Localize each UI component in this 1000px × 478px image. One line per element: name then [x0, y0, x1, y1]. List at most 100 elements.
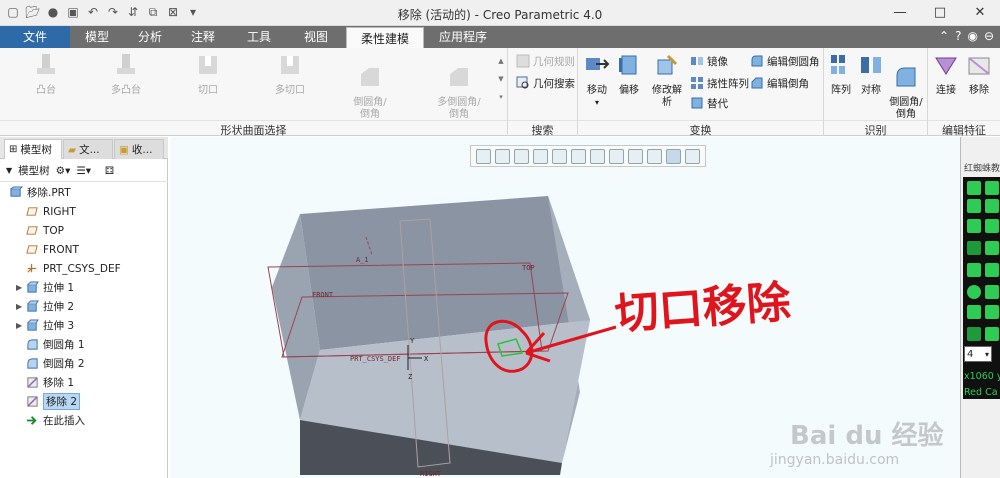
- cut-button[interactable]: 切口: [178, 52, 238, 97]
- tree-settings-icon[interactable]: ⚙▾: [56, 165, 71, 177]
- open-tool-icon[interactable]: [967, 199, 981, 213]
- edit-round-button[interactable]: 编辑倒圆角: [750, 52, 820, 70]
- expand-icon[interactable]: ▶: [16, 283, 22, 292]
- undo-tool-icon[interactable]: [967, 305, 981, 319]
- highlight-tool-icon[interactable]: [967, 327, 981, 341]
- expand-icon[interactable]: ▶: [16, 321, 22, 330]
- move-dropdown-icon[interactable]: ▾: [580, 97, 614, 109]
- pen-width-select[interactable]: 4 ▾: [964, 346, 992, 362]
- display-style-icon[interactable]: [590, 148, 605, 164]
- multi-boss-icon: [117, 54, 135, 74]
- tree-item[interactable]: PRT_CSYS_DEF: [0, 259, 168, 278]
- navigator-tabs: ⊞ 模型树 ▰ 文... ▣ 收...: [0, 137, 168, 159]
- geometry-search-button[interactable]: 几何搜索: [516, 74, 575, 92]
- settings-icon[interactable]: ⊖: [984, 29, 994, 43]
- saved-orientations-icon[interactable]: [571, 148, 586, 164]
- boss-button[interactable]: 凸台: [16, 52, 76, 97]
- remove-button[interactable]: 移除: [962, 52, 996, 97]
- spin-center-icon[interactable]: [685, 148, 700, 164]
- tree-item[interactable]: 倒圆角 2: [0, 354, 168, 373]
- baidu-watermark-url: jingyan.baidu.com: [770, 452, 900, 468]
- tree-item[interactable]: 倒圆角 1: [0, 335, 168, 354]
- tree-item[interactable]: 移除 1: [0, 373, 168, 392]
- refit-icon[interactable]: [476, 148, 491, 164]
- tab-analysis[interactable]: 分析: [124, 26, 176, 48]
- favorites-icon: ▣: [119, 143, 129, 156]
- up-icon[interactable]: ⌃: [939, 29, 949, 43]
- pen-tool-icon[interactable]: [985, 219, 999, 233]
- view-toolbar: [470, 145, 706, 167]
- tab-flexible-modeling[interactable]: 柔性建模: [346, 27, 424, 48]
- tree-item[interactable]: TOP: [0, 221, 168, 240]
- connect-button[interactable]: 连接: [930, 52, 962, 97]
- line-tool-icon[interactable]: [985, 241, 999, 255]
- extrude-icon: [27, 319, 39, 331]
- tree-item[interactable]: 移除.PRT: [0, 183, 168, 202]
- creo-window: ▢ 📂︎ ● ▣ ↶ ↷ ⇵ ⧉ ⊠ ▾ 移除 (活动的) - Creo Par…: [0, 0, 1000, 478]
- geometry-rules-button[interactable]: 几何规则: [516, 52, 575, 70]
- flexible-pattern-button[interactable]: 挠性阵列: [690, 74, 749, 92]
- tree-item[interactable]: ▶ 拉伸 3: [0, 316, 168, 335]
- edit-chamfer-icon: [751, 77, 763, 89]
- pattern-button[interactable]: 阵列: [826, 52, 856, 97]
- tab-view[interactable]: 视图: [288, 26, 344, 48]
- text-tool-icon[interactable]: [985, 285, 999, 299]
- edit-chamfer-button[interactable]: 编辑倒角: [750, 74, 809, 92]
- tab-folder-browser[interactable]: ▰ 文...: [63, 139, 113, 159]
- clear-tool-icon[interactable]: [985, 199, 999, 213]
- help-icon[interactable]: ?: [955, 29, 961, 43]
- tree-item[interactable]: 移除 2: [0, 392, 168, 411]
- filled-ellipse-tool-icon[interactable]: [967, 285, 981, 299]
- tab-model[interactable]: 模型: [70, 26, 124, 48]
- show-icon[interactable]: ☰▾: [76, 165, 91, 177]
- close-button[interactable]: ✕: [960, 0, 1000, 24]
- tab-file[interactable]: 文件: [0, 26, 70, 48]
- minimize-button[interactable]: —: [880, 0, 920, 24]
- gallery-scroll[interactable]: ▲ ▼ ▾: [497, 52, 505, 108]
- zoom-out-icon[interactable]: [514, 148, 529, 164]
- move-button[interactable]: 移动 ▾: [580, 52, 614, 109]
- tab-annotate[interactable]: 注释: [176, 26, 230, 48]
- tree-item[interactable]: ▶ 拉伸 2: [0, 297, 168, 316]
- multi-cut-button[interactable]: 多切口: [260, 52, 320, 97]
- collapse-icon[interactable]: ▼: [6, 166, 12, 175]
- rect-tool-icon[interactable]: [967, 263, 981, 277]
- multi-boss-button[interactable]: 多凸台: [96, 52, 156, 97]
- substitute-button[interactable]: 替代: [690, 94, 728, 112]
- offset-button[interactable]: 偏移: [612, 52, 646, 97]
- datum-plane-icon: [26, 226, 38, 235]
- eraser-tool-icon[interactable]: [967, 219, 981, 233]
- datum-display-icon[interactable]: [647, 148, 662, 164]
- tree-item[interactable]: 在此插入: [0, 411, 168, 430]
- save-tool-icon[interactable]: [985, 181, 999, 195]
- annotation-display-icon[interactable]: [666, 148, 681, 164]
- mirror-button[interactable]: 镜像: [690, 52, 728, 70]
- maximize-button[interactable]: □: [920, 0, 960, 24]
- community-icon[interactable]: ◉: [967, 29, 977, 43]
- grid-tool-icon[interactable]: [985, 305, 999, 319]
- tab-favorites[interactable]: ▣ 收...: [114, 139, 164, 159]
- tab-model-tree[interactable]: ⊞ 模型树: [4, 139, 62, 159]
- model-tree-label: 模型树: [18, 165, 50, 177]
- tree-item[interactable]: RIGHT: [0, 202, 168, 221]
- ellipse-tool-icon[interactable]: [985, 263, 999, 277]
- window-title: 移除 (活动的) - Creo Parametric 4.0: [397, 8, 603, 22]
- drawing-toolbox: [963, 177, 1000, 399]
- modify-analytic-button[interactable]: 修改解析: [648, 52, 686, 109]
- tab-tools[interactable]: 工具: [230, 26, 288, 48]
- tree-item[interactable]: FRONT: [0, 240, 168, 259]
- arrow-tool-icon[interactable]: [985, 327, 999, 341]
- pointer-tool-icon[interactable]: [967, 181, 981, 195]
- zoom-in-icon[interactable]: [495, 148, 510, 164]
- expand-icon[interactable]: ▶: [16, 302, 22, 311]
- perspective-icon[interactable]: [628, 148, 643, 164]
- tab-applications[interactable]: 应用程序: [426, 26, 500, 48]
- orient-icon[interactable]: [552, 148, 567, 164]
- repaint-icon[interactable]: [533, 148, 548, 164]
- view-manager-icon[interactable]: [609, 148, 624, 164]
- tree-item[interactable]: ▶ 拉伸 1: [0, 278, 168, 297]
- filter-icon[interactable]: ⚃: [105, 165, 114, 177]
- ribbon: 凸台 多凸台 切口 多切口 倒圆角/ 倒角 多倒圆角/ 倒角 ▲ ▼ ▾ 形状曲…: [0, 48, 1000, 137]
- pencil-tool-icon[interactable]: [967, 241, 981, 255]
- symmetry-button[interactable]: 对称: [856, 52, 886, 97]
